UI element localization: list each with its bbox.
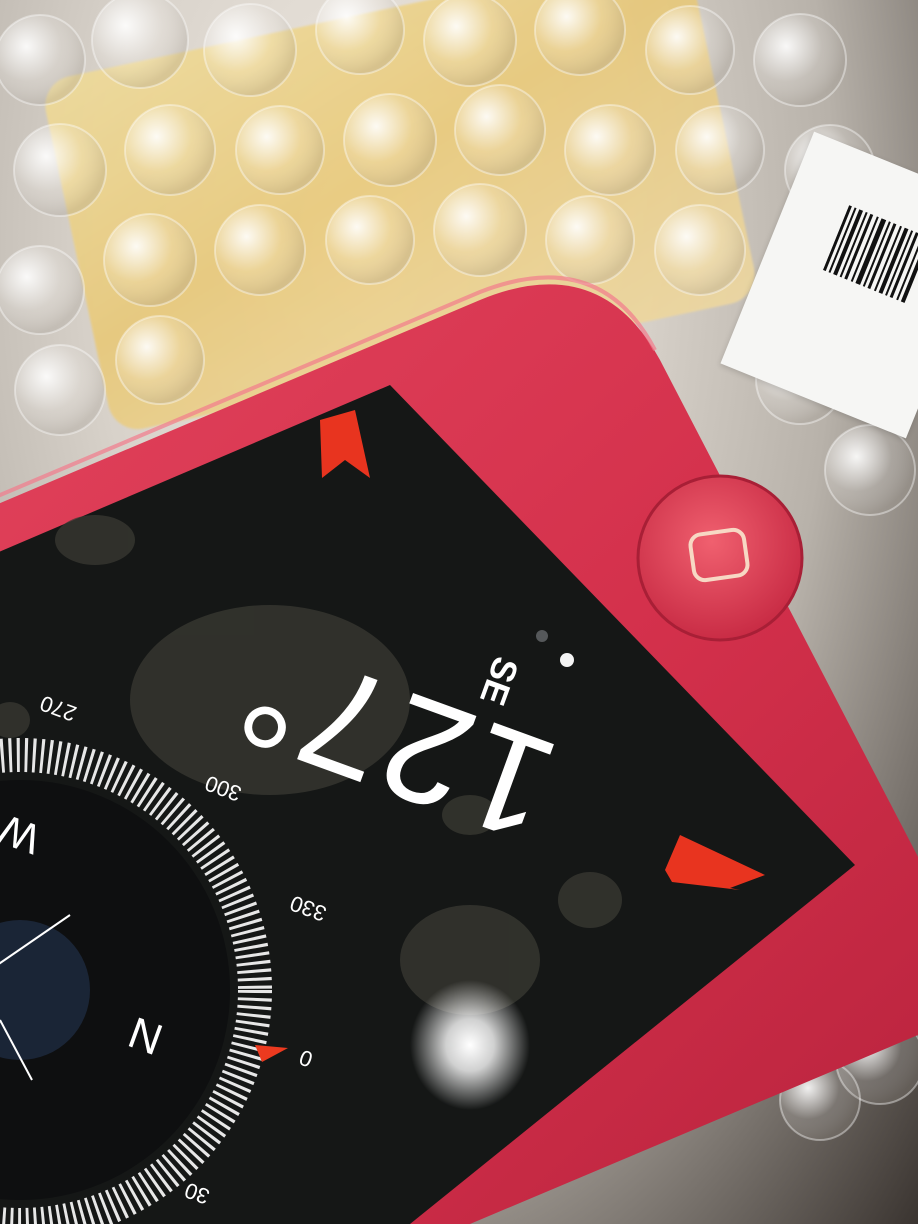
photo-scene: 127° SE 270 300 330 0 30 W N: [0, 0, 918, 1224]
home-button[interactable]: [636, 474, 804, 642]
light-glare: [410, 980, 530, 1110]
